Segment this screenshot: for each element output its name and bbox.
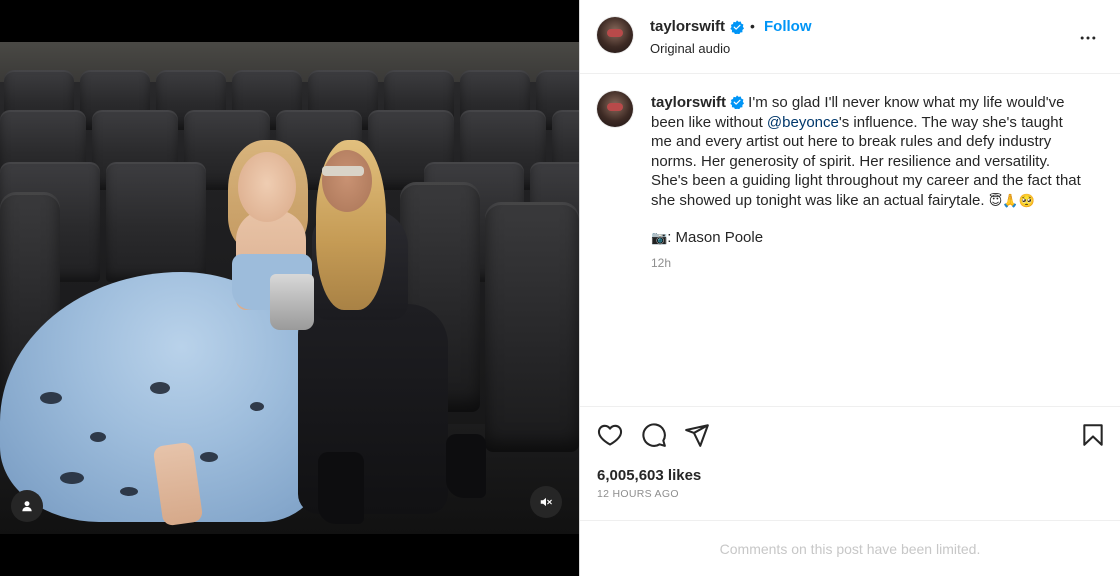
tagged-users-button[interactable] [11, 490, 43, 522]
sunglasses [322, 166, 364, 176]
save-button[interactable] [1079, 421, 1107, 449]
photo-credit: 📷: Mason Poole [651, 229, 763, 246]
instagram-post: taylorswift • Follow Original audio tayl… [0, 0, 1120, 576]
post-header: taylorswift • Follow Original audio [580, 0, 1120, 74]
video-letterbox [0, 534, 579, 576]
user-tag-icon [22, 501, 32, 512]
heart-icon [597, 424, 623, 446]
caption-section: taylorswift I'm so glad I'll never know … [580, 75, 1120, 407]
face-right [322, 150, 372, 212]
comments-limited-notice: Comments on this post have been limited. [719, 541, 981, 557]
right-boot [446, 434, 486, 498]
caption-username[interactable]: taylorswift [651, 94, 726, 111]
left-boot [318, 452, 364, 524]
verified-badge-icon [730, 20, 744, 34]
face-left [238, 152, 296, 222]
far-right-seat [485, 202, 579, 452]
footer-divider [580, 520, 1120, 521]
video-frame [0, 42, 579, 534]
share-button[interactable] [683, 421, 711, 449]
post-media-video[interactable] [0, 0, 579, 576]
comment-bubble-icon [642, 423, 666, 447]
original-audio-link[interactable]: Original audio [650, 41, 730, 56]
more-options-button[interactable] [1076, 26, 1100, 50]
post-details-panel: taylorswift • Follow Original audio tayl… [580, 0, 1120, 576]
like-count[interactable]: 6,005,603 likes [597, 467, 701, 484]
mention-link[interactable]: @beyonce [767, 114, 839, 131]
author-username[interactable]: taylorswift [650, 18, 725, 35]
caption-text: taylorswift I'm so glad I'll never know … [651, 93, 1087, 211]
paper-plane-icon [685, 424, 709, 447]
muted-speaker-icon [540, 497, 552, 507]
photo-credit-name: : Mason Poole [667, 229, 764, 246]
more-options-icon [1080, 36, 1096, 40]
post-timestamp[interactable]: 12 HOURS AGO [597, 488, 679, 500]
popcorn-bucket [270, 274, 314, 330]
mute-toggle-button[interactable] [530, 486, 562, 518]
follow-button[interactable]: Follow [764, 18, 812, 35]
author-avatar[interactable] [597, 17, 633, 53]
verified-badge-icon [730, 95, 745, 110]
caption-timestamp[interactable]: 12h [651, 256, 671, 270]
caption-emojis: 😇🙏🥺 [988, 193, 1035, 209]
camera-icon: 📷 [651, 231, 668, 246]
actions-divider [580, 406, 1120, 407]
header-separator: • [750, 18, 755, 34]
caption-avatar[interactable] [597, 91, 633, 127]
like-button[interactable] [596, 421, 624, 449]
comment-button[interactable] [640, 421, 668, 449]
bookmark-icon [1083, 424, 1103, 446]
